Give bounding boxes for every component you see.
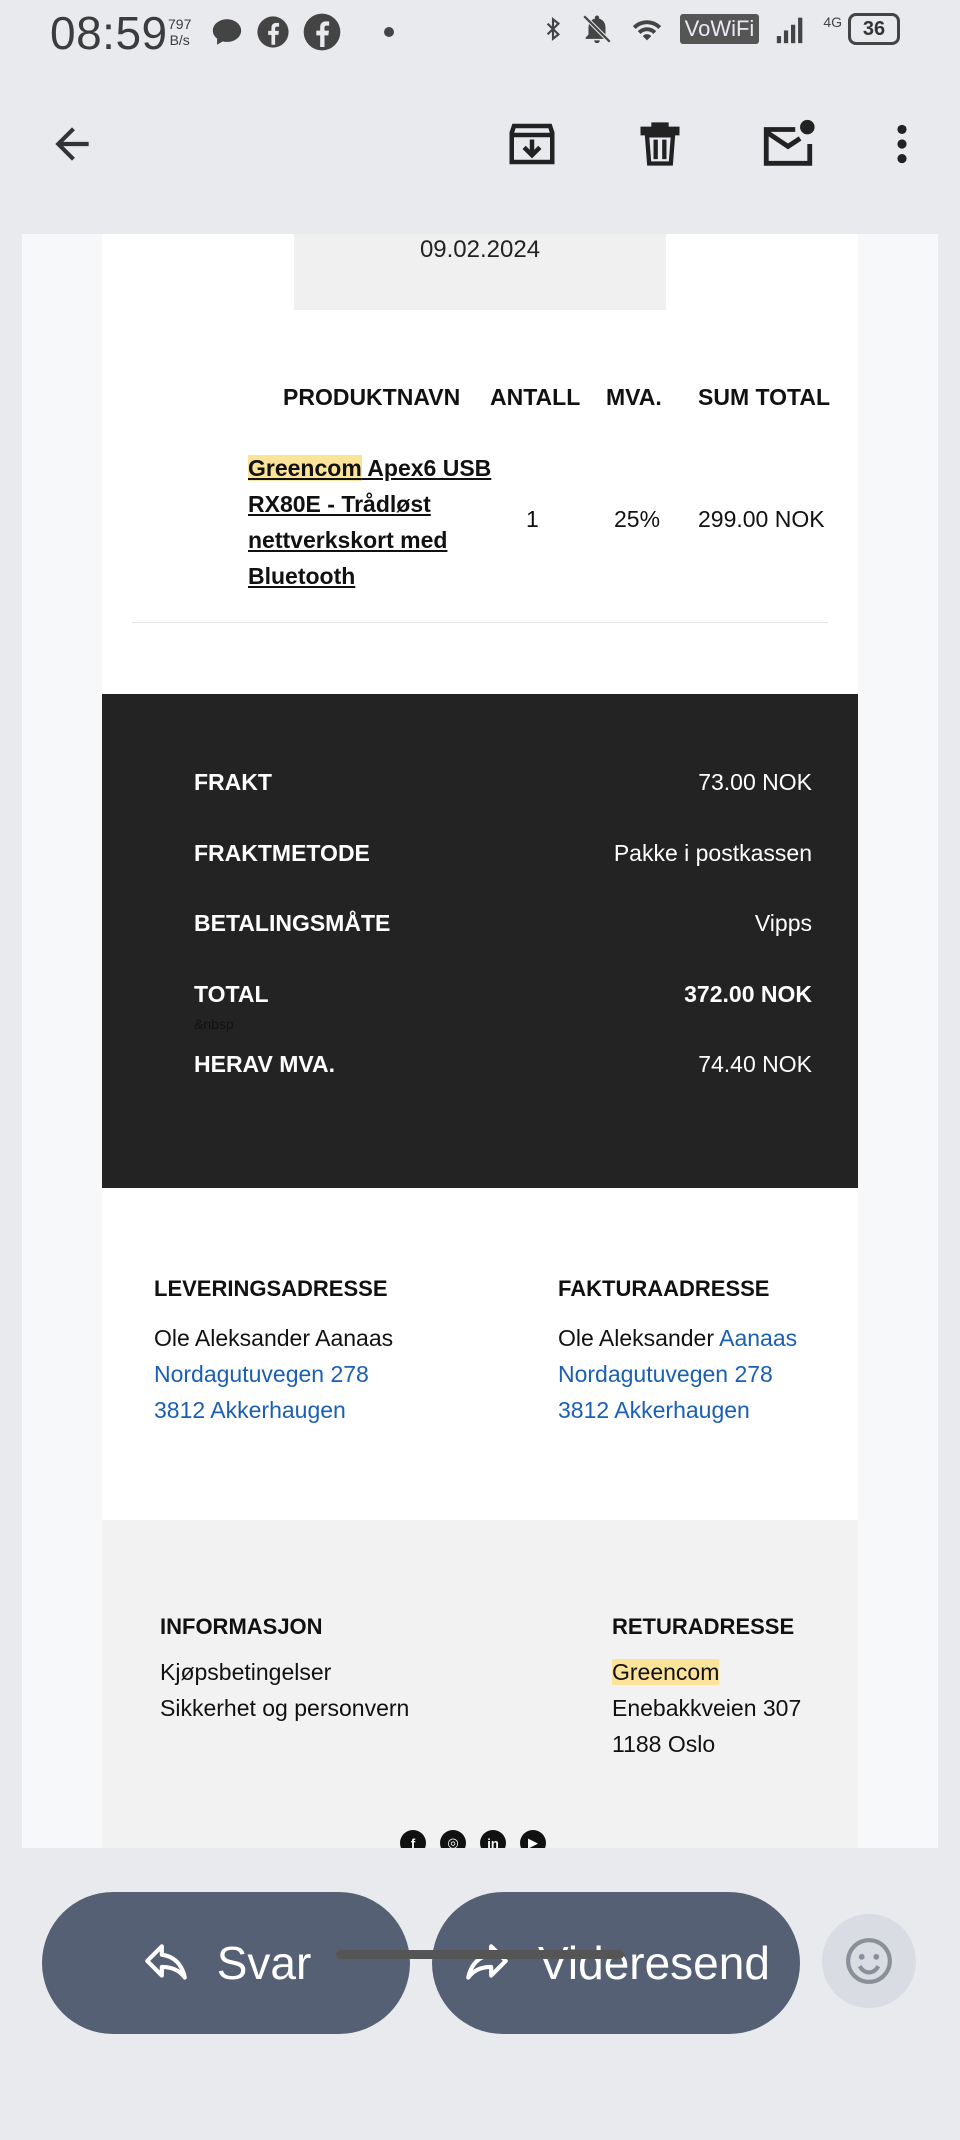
system-icons: VoWiFi 4G 36 [540,12,900,46]
table-divider [132,622,828,623]
information-heading: INFORMASJON [160,1614,323,1639]
more-notifications-dot [384,27,394,37]
summary-label-shipping-method: FRAKTMETODE [194,840,370,866]
col-header-product: PRODUKTNAVN [283,384,461,410]
network-speed-value: 797 [168,16,192,32]
vowifi-badge: VoWiFi [679,14,760,44]
summary-label-vat: HERAV MVA. [194,1051,335,1077]
social-links: f ◎ in ▶ [400,1830,546,1848]
product-vat: 25% [614,506,661,532]
col-header-quantity: ANTALL [490,384,581,410]
forward-button[interactable]: Videresend [432,1892,800,2034]
signal-icon [777,17,803,44]
summary-value-shipping-method: Pakke i postkassen [613,840,812,866]
billing-name: Ole Aleksander Aanaas [558,1320,797,1356]
instagram-social-icon[interactable]: ◎ [440,1830,466,1848]
lte-badge: 4G [823,14,842,30]
mark-unread-button[interactable] [758,114,818,174]
billing-street-link[interactable]: Nordagutuvegen 278 [558,1356,773,1392]
mail-unread-icon [763,119,815,166]
back-button[interactable] [42,114,102,174]
email-viewport[interactable]: 09.02.2024 PRODUKTNAVN ANTALL MVA. SUM T… [22,234,938,1848]
summary-value-vat: 74.40 NOK [698,1051,812,1077]
nbsp-artifact: &nbsp [194,1016,234,1032]
wifi-icon [632,20,661,41]
facebook-icon [257,16,289,48]
product-sum: 299.00 NOK [698,506,825,532]
youtube-social-icon[interactable]: ▶ [520,1830,546,1848]
battery-level: 36 [862,17,886,40]
more-vert-icon [897,124,907,164]
bluetooth-icon [546,16,560,42]
summary-value-shipping: 73.00 NOK [698,769,812,795]
privacy-link[interactable]: Sikkerhet og personvern [160,1690,409,1726]
network-speed-unit: B/s [169,32,190,48]
reply-button[interactable]: Svar [42,1892,410,2034]
return-street-link[interactable]: Enebakkveien 307 [612,1690,801,1726]
network-speed: 797 B/s [168,16,191,48]
return-city-link[interactable]: 1188 Oslo [612,1726,715,1762]
reply-icon [144,1944,187,1980]
delivery-street-link[interactable]: Nordagutuvegen 278 [154,1356,369,1392]
billing-first-name: Ole Aleksander [558,1325,714,1351]
terms-link[interactable]: Kjøpsbetingelser [160,1654,331,1690]
product-link[interactable]: Greencom Apex6 USB RX80E - Trådløst nett… [248,450,498,594]
more-options-button[interactable] [872,114,932,174]
smiley-icon [846,1938,892,1984]
product-quantity: 1 [526,506,539,532]
status-time: 08:59 [50,7,168,59]
email-footer: INFORMASJON Kjøpsbetingelser Sikkerhet o… [102,1520,858,1848]
delete-button[interactable] [630,114,690,174]
return-brand: Greencom [612,1659,720,1685]
summary-label-payment: BETALINGSMÅTE [194,910,391,936]
billing-address-heading: FAKTURAADRESSE [558,1276,770,1301]
reply-label: Svar [216,1937,312,1989]
battery-icon: 36 [848,13,900,45]
bell-off-icon [582,14,611,44]
facebook-social-icon[interactable]: f [400,1830,426,1848]
status-bar: 08:59 797 B/s VoWiFi 4G 36 [0,0,960,66]
product-brand: Greencom [248,455,362,481]
billing-last-name-link[interactable]: Aanaas [719,1325,797,1351]
linkedin-social-icon[interactable]: in [480,1830,506,1848]
summary-value-total: 372.00 NOK [684,981,812,1007]
summary-label-shipping: FRAKT [194,769,272,795]
order-date: 09.02.2024 [419,236,541,263]
forward-label: Videresend [538,1937,770,1989]
delivery-city-link[interactable]: 3812 Akkerhaugen [154,1392,346,1428]
col-header-vat: MVA. [606,384,662,410]
col-header-sum: SUM TOTAL [698,384,831,410]
home-indicator[interactable] [336,1950,624,1959]
trash-icon [640,122,680,166]
archive-icon [509,123,555,165]
archive-button[interactable] [502,114,562,174]
top-app-bar [0,66,960,234]
delivery-name: Ole Aleksander Aanaas [154,1325,394,1351]
email-content: 09.02.2024 PRODUKTNAVN ANTALL MVA. SUM T… [102,234,858,1848]
bottom-action-bar: Svar Videresend [0,1848,960,2140]
billing-city-link[interactable]: 3812 Akkerhaugen [558,1392,750,1428]
delivery-address-heading: LEVERINGSADRESSE [154,1276,388,1301]
arrow-back-icon [55,127,89,161]
order-summary-panel: FRAKT 73.00 NOK FRAKTMETODE Pakke i post… [102,694,858,1188]
chat-bubble-icon [212,19,242,45]
order-date-box: 09.02.2024 [294,234,666,310]
return-address-heading: RETURADRESSE [612,1614,795,1639]
return-name: Greencom [612,1654,720,1690]
summary-value-payment: Vipps [754,910,812,936]
emoji-reaction-button[interactable] [822,1914,916,2008]
summary-label-total: TOTAL [194,981,269,1007]
notification-icons [210,12,394,52]
forward-icon [466,1944,508,1980]
facebook-icon-2 [303,13,341,51]
